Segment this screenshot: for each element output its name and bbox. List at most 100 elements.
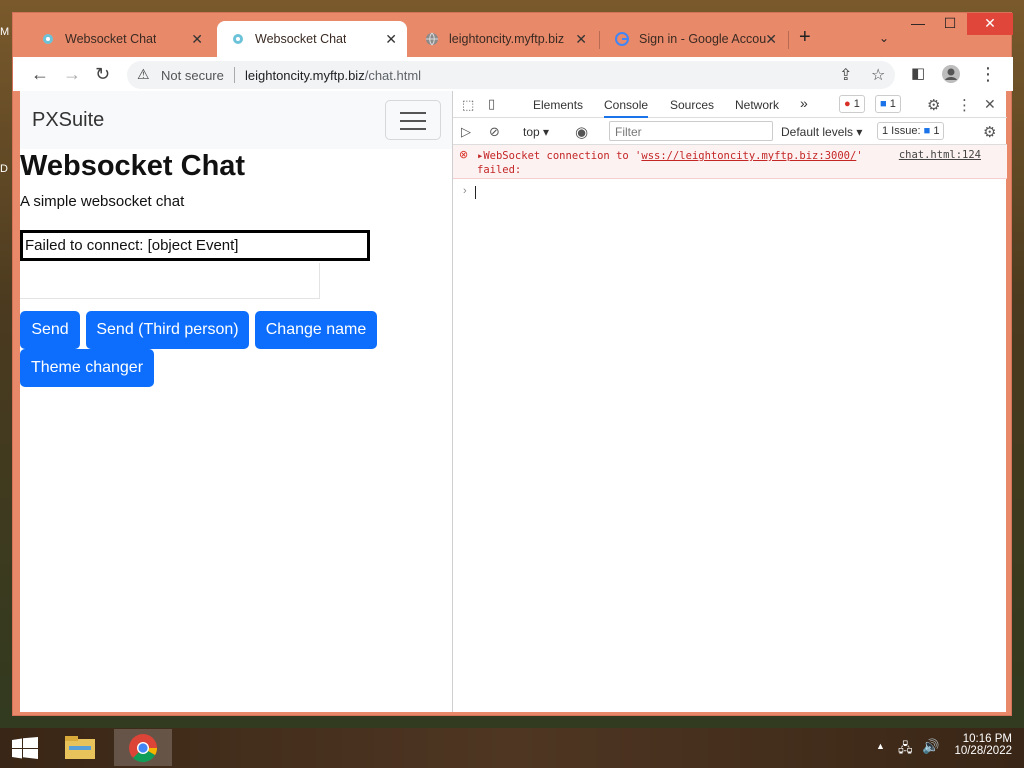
error-source-link[interactable]: chat.html:124 (899, 149, 981, 161)
error-icon: ● (844, 98, 851, 110)
tray-chevron-icon[interactable]: ▲ (876, 741, 885, 751)
maximize-icon[interactable]: ☐ (935, 13, 965, 35)
clear-console-icon[interactable]: ⊘ (489, 124, 500, 140)
star-icon[interactable]: ☆ (871, 65, 885, 85)
devtools-tab-bar: ⬚ ▯ Elements Console Sources Network » ●… (453, 91, 1007, 118)
close-icon[interactable]: ✕ (575, 31, 587, 48)
message-count: 1 (889, 98, 896, 110)
chrome-icon (129, 734, 157, 763)
issues-label: 1 Issue: (882, 125, 921, 137)
clock[interactable]: 10:16 PM 10/28/2022 (954, 733, 1012, 757)
profile-avatar-icon[interactable] (941, 64, 961, 88)
new-tab-button[interactable]: + (799, 27, 811, 47)
close-devtools-icon[interactable]: ✕ (984, 96, 996, 113)
desktop-edge-text: D (0, 163, 8, 175)
tab-websocket-chat-2[interactable]: Websocket Chat ✕ (217, 21, 407, 57)
forward-icon[interactable]: → (63, 64, 81, 84)
reload-icon[interactable]: ↻ (95, 64, 110, 84)
url-host: leightoncity.myftp.biz (245, 68, 365, 83)
tab-divider (599, 31, 600, 49)
back-icon[interactable]: ← (31, 64, 49, 84)
context-label: top (523, 125, 540, 139)
error-line2: failed: (477, 164, 522, 176)
side-panel-icon[interactable]: ◧ (911, 64, 925, 84)
send-button[interactable]: Send (20, 311, 80, 349)
page-subtitle: A simple websocket chat (20, 193, 185, 210)
tab-google-sign-in[interactable]: Sign in - Google Accou ✕ (601, 21, 787, 57)
console-error-message[interactable]: ⊗ ▸WebSocket connection to 'wss://leight… (453, 145, 1007, 179)
send-third-person-button[interactable]: Send (Third person) (86, 311, 249, 349)
omnibox-divider (234, 67, 235, 83)
tab-label: Websocket Chat (65, 32, 157, 46)
context-selector[interactable]: top ▾ (523, 125, 549, 139)
live-expression-eye-icon[interactable]: ◉ (575, 123, 588, 141)
close-icon[interactable]: ✕ (765, 31, 777, 48)
error-icon: ⊗ (459, 149, 469, 161)
google-icon (615, 32, 629, 46)
tab-websocket-chat-1[interactable]: Websocket Chat ✕ (27, 21, 213, 57)
chat-log: Failed to connect: [object Event] (20, 230, 370, 261)
address-bar[interactable]: ⚠ Not secure leightoncity.myftp.biz/chat… (127, 61, 895, 89)
hamburger-bar (400, 128, 426, 130)
tab-console[interactable]: Console (604, 98, 649, 118)
network-icon[interactable]: 🖧 (898, 739, 913, 761)
theme-changer-button[interactable]: Theme changer (20, 349, 154, 387)
security-label[interactable]: Not secure (161, 68, 224, 83)
tab-sources[interactable]: Sources (670, 98, 714, 112)
error-url-link[interactable]: wss://leightoncity.myftp.biz:3000/ (641, 150, 856, 162)
error-count: 1 (853, 98, 860, 110)
close-icon[interactable]: ✕ (191, 31, 203, 48)
more-options-icon[interactable]: ⋮ (957, 96, 972, 114)
console-filter-input[interactable]: Filter (609, 121, 773, 141)
websocket-favicon-icon (41, 32, 55, 46)
tab-strip: Websocket Chat ✕ Websocket Chat ✕ leight… (13, 13, 1013, 57)
message-count-badge[interactable]: ■ 1 (875, 95, 901, 113)
hamburger-bar (400, 120, 426, 122)
message-input[interactable] (20, 263, 320, 299)
issues-count: 1 (933, 125, 940, 137)
console-prompt-chevron-icon: › (463, 185, 467, 197)
error-prefix: WebSocket connection to ' (483, 150, 642, 162)
browser-toolbar: ← → ↻ ⚠ Not secure leightoncity.myftp.bi… (13, 57, 1013, 91)
tab-search-chevron-icon[interactable]: ⌄ (879, 31, 889, 45)
tab-network[interactable]: Network (735, 98, 779, 112)
browser-window: Websocket Chat ✕ Websocket Chat ✕ leight… (12, 12, 1013, 716)
page-title: Websocket Chat (20, 150, 246, 182)
close-icon[interactable]: ✕ (385, 31, 397, 48)
console-settings-icon[interactable]: ⚙ (983, 123, 996, 141)
settings-gear-icon[interactable]: ⚙ (927, 96, 940, 114)
warning-icon[interactable]: ⚠ (137, 66, 150, 83)
change-name-button[interactable]: Change name (255, 311, 377, 349)
device-toolbar-icon[interactable]: ▯ (488, 96, 495, 112)
minimize-icon[interactable]: — (903, 13, 933, 35)
navbar-brand[interactable]: PXSuite (32, 109, 104, 132)
kebab-menu-icon[interactable]: ⋮ (979, 64, 997, 84)
globe-icon (425, 32, 439, 46)
inspect-element-icon[interactable]: ⬚ (462, 97, 474, 113)
error-count-badge[interactable]: ● 1 (839, 95, 865, 113)
tab-label: leightoncity.myftp.biz (449, 32, 565, 46)
windows-start-icon[interactable] (12, 737, 38, 764)
url-text[interactable]: leightoncity.myftp.biz/chat.html (245, 68, 421, 83)
sidebar-toggle-icon[interactable]: ▷ (461, 124, 471, 140)
window-close-icon[interactable]: ✕ (967, 13, 1013, 35)
tab-elements[interactable]: Elements (533, 98, 583, 112)
page-viewport: PXSuite Websocket Chat A simple websocke… (20, 91, 452, 712)
websocket-favicon-icon (231, 32, 245, 46)
more-tabs-icon[interactable]: » (800, 95, 808, 111)
tab-leightoncity[interactable]: leightoncity.myftp.biz ✕ (411, 21, 597, 57)
tab-label: Websocket Chat (255, 32, 347, 46)
file-explorer-icon[interactable] (64, 733, 96, 766)
console-input-caret[interactable] (475, 186, 476, 199)
log-levels-dropdown[interactable]: Default levels ▾ (781, 125, 862, 139)
chrome-taskbar-button[interactable] (114, 729, 172, 766)
hamburger-menu-button[interactable] (385, 100, 441, 140)
share-icon[interactable]: ⇪ (839, 65, 852, 85)
issues-badge[interactable]: 1 Issue: ■ 1 (877, 122, 945, 140)
devtools-panel: ⬚ ▯ Elements Console Sources Network » ●… (452, 91, 1007, 712)
taskbar: ▲ 🖧 🔊 10:16 PM 10/28/2022 (0, 728, 1024, 768)
hamburger-bar (400, 112, 426, 114)
tab-divider (788, 31, 789, 49)
volume-icon[interactable]: 🔊 (922, 738, 939, 755)
tab-label: Sign in - Google Accou (639, 32, 767, 46)
